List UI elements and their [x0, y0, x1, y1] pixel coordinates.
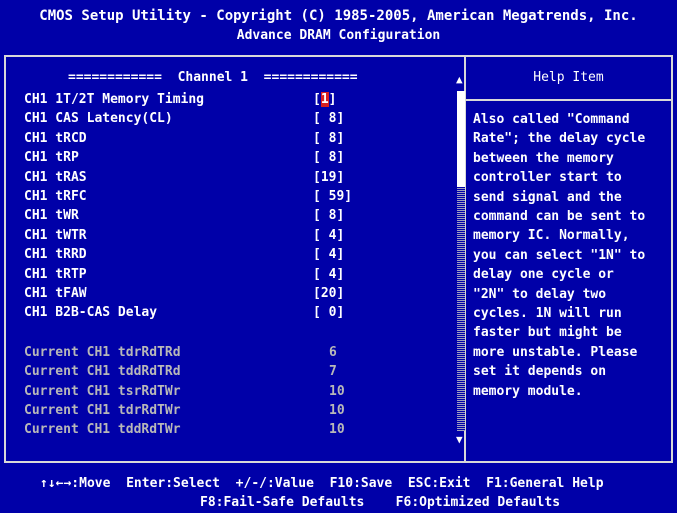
setting-label: CH1 tRRD [24, 247, 87, 263]
setting-value[interactable]: [ 59] [313, 189, 352, 204]
readonly-value: 10 [329, 422, 345, 438]
setting-row[interactable]: CH1 tWR [ 8] [24, 208, 444, 227]
readonly-label: Current CH1 tsrRdTWr [24, 383, 181, 399]
setting-value[interactable]: [ 8] [313, 208, 344, 223]
setting-label: CH1 tWR [24, 208, 79, 224]
help-text: Also called "Command Rate"; the delay cy… [473, 112, 646, 399]
readonly-row: Current CH1 tddRdTWr 10 [24, 422, 444, 441]
setting-label: CH1 CAS Latency(CL) [24, 111, 173, 127]
setting-row[interactable]: CH1 tFAW [20] [24, 286, 444, 305]
setting-row[interactable]: CH1 tRRD [ 4] [24, 247, 444, 266]
setting-value-selected[interactable]: [1] [313, 92, 336, 107]
setting-row[interactable]: CH1 1T/2T Memory Timing [1] [24, 92, 444, 111]
setting-value[interactable]: [ 8] [313, 131, 344, 146]
setting-value[interactable]: [20] [313, 286, 344, 301]
key-help-bar: ↑↓←→:Move Enter:Select +/-/:Value F10:Sa… [0, 470, 677, 513]
setting-row[interactable]: CH1 tRP [ 8] [24, 150, 444, 169]
readonly-value: 6 [329, 344, 337, 360]
setting-value[interactable]: [ 4] [313, 228, 344, 243]
setting-value[interactable]: [19] [313, 170, 344, 185]
channel-heading: ============ Channel 1 ============ [68, 70, 358, 85]
setting-value[interactable]: [ 8] [313, 111, 344, 126]
readonly-row: Current CH1 tddRdTRd 7 [24, 364, 444, 383]
readonly-value: 10 [329, 403, 345, 418]
selection-cursor[interactable]: 1 [320, 92, 329, 107]
readonly-row: Current CH1 tdrRdTRd 6 [24, 345, 444, 364]
readonly-label: Current CH1 tdrRdTRd [24, 344, 181, 360]
help-title: Help Item [533, 70, 604, 85]
setting-label: CH1 tFAW [24, 286, 87, 301]
setting-row[interactable]: CH1 tRFC [ 59] [24, 189, 444, 208]
scroll-up-icon[interactable]: ▲ [456, 73, 463, 86]
readonly-label: Current CH1 tddRdTWr [24, 422, 181, 438]
setting-label: CH1 tWTR [24, 227, 87, 243]
setting-row[interactable]: CH1 tRCD [ 8] [24, 131, 444, 150]
setting-label: CH1 1T/2T Memory Timing [24, 92, 205, 107]
scroll-thumb[interactable] [457, 91, 465, 187]
setting-label: CH1 tRP [24, 150, 79, 166]
setting-row[interactable]: CH1 tWTR [ 4] [24, 228, 444, 247]
scroll-down-icon[interactable]: ▼ [456, 433, 463, 446]
setting-value[interactable]: [ 4] [313, 247, 344, 262]
setting-row[interactable]: CH1 CAS Latency(CL) [ 8] [24, 111, 444, 130]
setting-label: CH1 tRAS [24, 169, 87, 185]
page-title: Advance DRAM Configuration [236, 28, 441, 43]
readonly-value: 10 [329, 383, 345, 399]
setting-value[interactable]: [ 8] [313, 150, 344, 165]
setting-label: CH1 B2B-CAS Delay [24, 305, 158, 321]
help-separator [466, 99, 671, 101]
setting-row[interactable]: CH1 tRTP [ 4] [24, 267, 444, 286]
app-title: CMOS Setup Utility - Copyright (C) 1985-… [39, 8, 638, 24]
setting-label: CH1 tRTP [24, 266, 87, 282]
readonly-label: Current CH1 tdrRdTWr [24, 403, 181, 418]
setting-label: CH1 tRFC [24, 189, 87, 204]
readonly-row: Current CH1 tdrRdTWr 10 [24, 403, 444, 422]
key-help-line-1: ↑↓←→:Move Enter:Select +/-/:Value F10:Sa… [40, 476, 604, 491]
scrollbar[interactable]: ▲ ▼ [456, 73, 465, 449]
readonly-row: Current CH1 tsrRdTWr 10 [24, 384, 444, 403]
setting-label: CH1 tRCD [24, 130, 87, 146]
title-bar: CMOS Setup Utility - Copyright (C) 1985-… [0, 0, 677, 52]
key-help-line-2: F8:Fail-Safe Defaults F6:Optimized Defau… [200, 495, 561, 510]
setting-row[interactable]: CH1 tRAS [19] [24, 170, 444, 189]
setting-row[interactable]: CH1 B2B-CAS Delay [ 0] [24, 305, 444, 324]
readonly-value: 7 [329, 364, 337, 380]
setting-value[interactable]: [ 0] [313, 305, 344, 320]
setting-value[interactable]: [ 4] [313, 267, 344, 282]
readonly-label: Current CH1 tddRdTRd [24, 364, 181, 380]
